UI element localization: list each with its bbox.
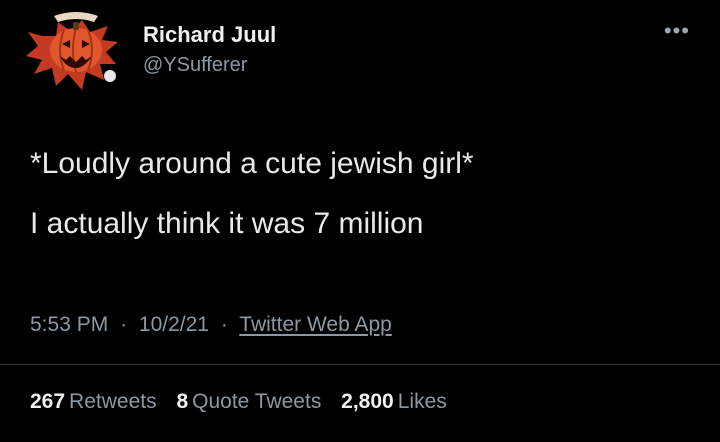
quote-tweets-count: 8	[176, 390, 189, 413]
quote-tweets-label: Quote Tweets	[192, 390, 322, 413]
quote-tweets-stat[interactable]: 8 Quote Tweets	[176, 390, 321, 413]
tweet-body: *Loudly around a cute jewish girl* I act…	[30, 146, 700, 242]
tweet-stats: 267 Retweets 8 Quote Tweets 2,800 Likes	[30, 390, 461, 414]
likes-label: Likes	[397, 390, 447, 413]
tweet-card: Richard Juul @YSufferer ••• *Loudly arou…	[0, 0, 720, 442]
tweet-body-line-2: I actually think it was 7 million	[30, 207, 424, 240]
more-dots-icon[interactable]: •••	[664, 18, 690, 44]
tweet-date[interactable]: 10/2/21	[139, 313, 209, 336]
retweets-stat[interactable]: 267 Retweets	[30, 390, 157, 413]
meta-separator: ·	[120, 313, 128, 336]
divider	[0, 364, 720, 365]
likes-stat[interactable]: 2,800 Likes	[341, 390, 447, 413]
author-display-name[interactable]: Richard Juul	[143, 22, 276, 48]
likes-count: 2,800	[341, 390, 394, 413]
author-block: Richard Juul @YSufferer	[143, 22, 276, 78]
tweet-source-link[interactable]: Twitter Web App	[239, 313, 392, 336]
tweet-meta: 5:53 PM · 10/2/21 · Twitter Web App	[30, 313, 392, 337]
tweet-body-line-1: *Loudly around a cute jewish girl*	[30, 147, 474, 180]
meta-separator: ·	[220, 313, 228, 336]
author-handle[interactable]: @YSufferer	[143, 52, 276, 78]
retweets-count: 267	[30, 390, 66, 413]
pumpkin-mascot-avatar-icon	[26, 12, 118, 90]
retweets-label: Retweets	[69, 390, 157, 413]
tweet-time[interactable]: 5:53 PM	[30, 313, 108, 336]
avatar[interactable]	[22, 6, 128, 98]
